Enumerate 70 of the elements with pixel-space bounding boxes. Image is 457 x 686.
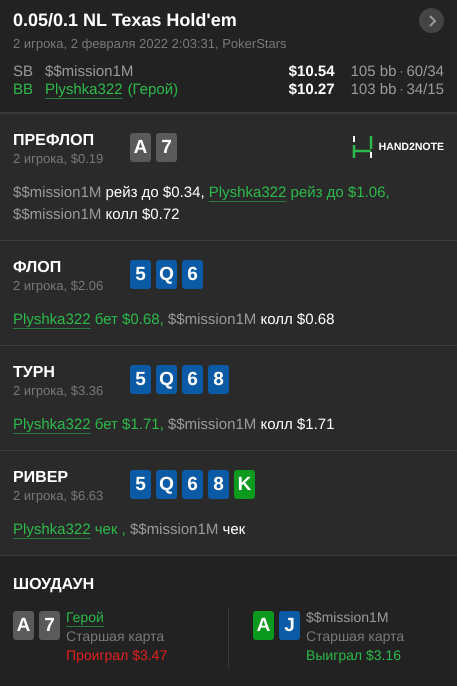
street-info: 2 игрока, $2.06 — [13, 278, 104, 293]
action-text: колл $0.68 — [260, 311, 334, 328]
player-name: $$mission1M — [130, 521, 218, 538]
action-text: бет $1.71, — [94, 416, 164, 433]
player-name: $$mission1M — [13, 184, 102, 201]
hand-rank: Старшая карта — [66, 627, 166, 646]
playing-card: K — [234, 470, 255, 499]
result-text: Проиграл $3.47 — [66, 646, 168, 665]
position-label: BB — [13, 81, 34, 98]
playing-card: 5 — [130, 470, 151, 499]
street-title: ФЛОП — [13, 259, 62, 277]
logo-icon — [352, 136, 373, 158]
player-stats: 60/34 — [406, 63, 444, 80]
action-text: рейз до $0.34, — [106, 184, 205, 201]
separator-dot: · — [398, 63, 405, 80]
player-name[interactable]: Plyshka322 — [13, 416, 91, 433]
playing-card: A — [13, 611, 34, 640]
player-stats: 34/15 — [406, 81, 444, 98]
player-name: $$mission1M — [168, 311, 256, 328]
player-name: $$mission1M — [168, 416, 256, 433]
playing-card: 6 — [182, 260, 203, 289]
action-text: рейз до $1.06, — [290, 184, 390, 201]
playing-card: Q — [156, 365, 177, 394]
playing-card: 6 — [182, 470, 203, 499]
street-title: ТУРН — [13, 364, 56, 382]
hand-info: 2 игрока, 2 февраля 2022 2:03:31, PokerStars — [13, 36, 288, 51]
action-text: чек , — [94, 521, 126, 538]
hero-label: (Герой) — [128, 81, 178, 98]
action-text: чек — [222, 521, 246, 538]
street-title: РИВЕР — [13, 469, 70, 487]
player-name: $$mission1M — [45, 63, 134, 80]
stack-amount: $10.54 — [288, 63, 335, 80]
separator-dot: · — [398, 81, 405, 98]
playing-card: J — [279, 611, 300, 640]
hand-title: 0.05/0.1 NL Texas Hold'em — [13, 10, 237, 31]
action-text: колл $1.71 — [260, 416, 334, 433]
position-label: SB — [13, 63, 34, 80]
showdown-title: ШОУДАУН — [13, 576, 96, 594]
big-blinds: 103 bb — [350, 81, 396, 98]
stack-amount: $10.27 — [288, 81, 335, 98]
street-info: 2 игрока, $6.63 — [13, 488, 104, 503]
playing-card: Q — [156, 260, 177, 289]
playing-card: 7 — [156, 133, 177, 162]
street-info: 2 игрока, $0.19 — [13, 151, 104, 166]
action-text: колл $0.72 — [106, 206, 180, 223]
playing-card: 5 — [130, 260, 151, 289]
chevron-right-icon — [426, 14, 436, 26]
player-name[interactable]: Plyshka322 — [13, 311, 91, 328]
player-name: $$mission1M — [306, 609, 388, 625]
street-info: 2 игрока, $3.36 — [13, 383, 104, 398]
player-name[interactable]: Plyshka322 — [13, 521, 91, 538]
big-blinds: 105 bb — [350, 63, 396, 80]
hand-rank: Старшая карта — [306, 627, 404, 646]
playing-card: Q — [156, 470, 177, 499]
playing-card: 6 — [182, 365, 203, 394]
logo-text: HAND2NOTE — [378, 141, 444, 153]
playing-card: 5 — [130, 365, 151, 394]
next-button[interactable] — [419, 8, 444, 33]
result-text: Выиграл $3.16 — [306, 646, 402, 665]
player-name[interactable]: Герой — [66, 609, 104, 625]
player-name[interactable]: Plyshka322 — [208, 184, 286, 201]
playing-card: A — [130, 133, 151, 162]
player-name[interactable]: Plyshka322 — [45, 81, 123, 98]
action-text: бет $0.68, — [94, 311, 164, 328]
playing-card: 8 — [208, 365, 229, 394]
street-title: ПРЕФЛОП — [13, 132, 96, 150]
playing-card: A — [253, 611, 274, 640]
playing-card: 8 — [208, 470, 229, 499]
player-name: $$mission1M — [13, 206, 102, 223]
playing-card: 7 — [39, 611, 60, 640]
